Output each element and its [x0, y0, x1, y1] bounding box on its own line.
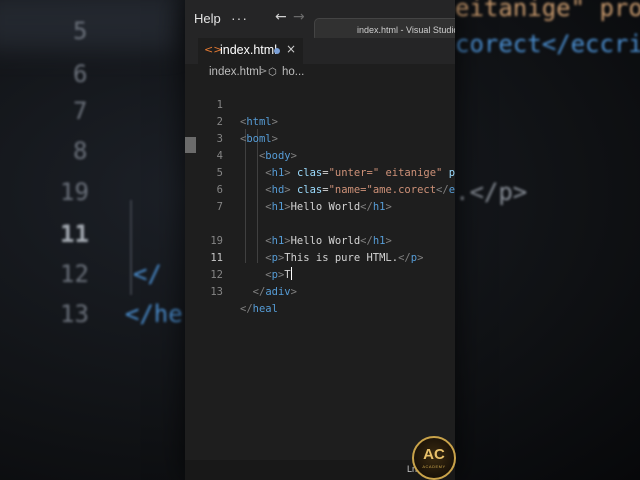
bg-fragment: eitanige" project: [455, 0, 640, 22]
title-bar: Help ··· ← → index.html - Visual Studio …: [185, 0, 455, 42]
more-menu-icon[interactable]: ···: [231, 10, 248, 26]
code-line: 4 <h1> clas="unter=" eitanige" project: [185, 131, 455, 179]
line-code: </adiv>: [252, 286, 297, 298]
line-code: </heal: [240, 303, 278, 315]
vscode-window: Help ··· ← → index.html - Visual Studio …: [185, 0, 455, 480]
code-line: 7: [185, 182, 455, 213]
code-line: 5 <hd> clas="name="ame.corect</eccrist: [185, 148, 455, 196]
code-line: 6 <h1>Hello World</h1>: [185, 165, 455, 213]
tab-index-html[interactable]: <> index.html ×: [198, 38, 303, 64]
code-line: 13 </heal: [185, 267, 455, 315]
bg-line: 7: [73, 97, 88, 125]
code-editor[interactable]: 1 <html> 2 <boml> 3 <body> 4 <h1> clas="…: [185, 80, 455, 460]
bg-line: 8: [73, 137, 88, 165]
forward-arrow-icon[interactable]: →: [293, 9, 305, 25]
bg-line: 19: [60, 178, 89, 206]
window-title: index.html - Visual Studio Cod: [357, 25, 455, 35]
code-line: 7 <h1>Hello World</h1>: [185, 199, 455, 247]
breadcrumb-symbol[interactable]: ho...: [282, 66, 304, 78]
logo-text: AC: [423, 446, 445, 463]
unsaved-dot-icon: [274, 48, 280, 54]
bg-fragment: .</p>: [455, 178, 528, 206]
code-line: 19 <p>This is pure HTML.</p>: [185, 216, 455, 264]
bg-line: 11: [60, 220, 89, 248]
code-line: 2 <boml>: [185, 97, 455, 145]
symbol-icon: ⬡: [268, 67, 277, 78]
bg-line: 6: [73, 60, 88, 88]
bg-fragment: corect</eccris: [455, 30, 640, 58]
tab-label: index.html: [220, 43, 277, 57]
menu-help[interactable]: Help: [194, 11, 221, 26]
bg-line: 5: [73, 17, 88, 45]
code-line-active: 11 <p>T: [185, 233, 455, 281]
bg-line: 13 </he: [60, 300, 183, 328]
bg-line: 12 </: [60, 260, 162, 288]
tab-bar: <> index.html ×: [185, 38, 455, 64]
logo-subtext: ACADEMY: [422, 464, 446, 469]
breadcrumb-file[interactable]: index.html: [209, 66, 261, 78]
code-line: 1 <html>: [185, 80, 455, 128]
line-number: 13: [210, 286, 223, 298]
background-glow: [0, 0, 180, 50]
chevron-right-icon: >: [259, 66, 268, 77]
back-arrow-icon[interactable]: ←: [275, 9, 287, 25]
code-line: 12 </adiv>: [185, 250, 455, 298]
code-line: 3 <body>: [185, 114, 455, 162]
bg-indent-guide: [130, 200, 132, 295]
close-tab-icon[interactable]: ×: [286, 42, 296, 56]
channel-logo: AC ACADEMY: [412, 436, 456, 480]
